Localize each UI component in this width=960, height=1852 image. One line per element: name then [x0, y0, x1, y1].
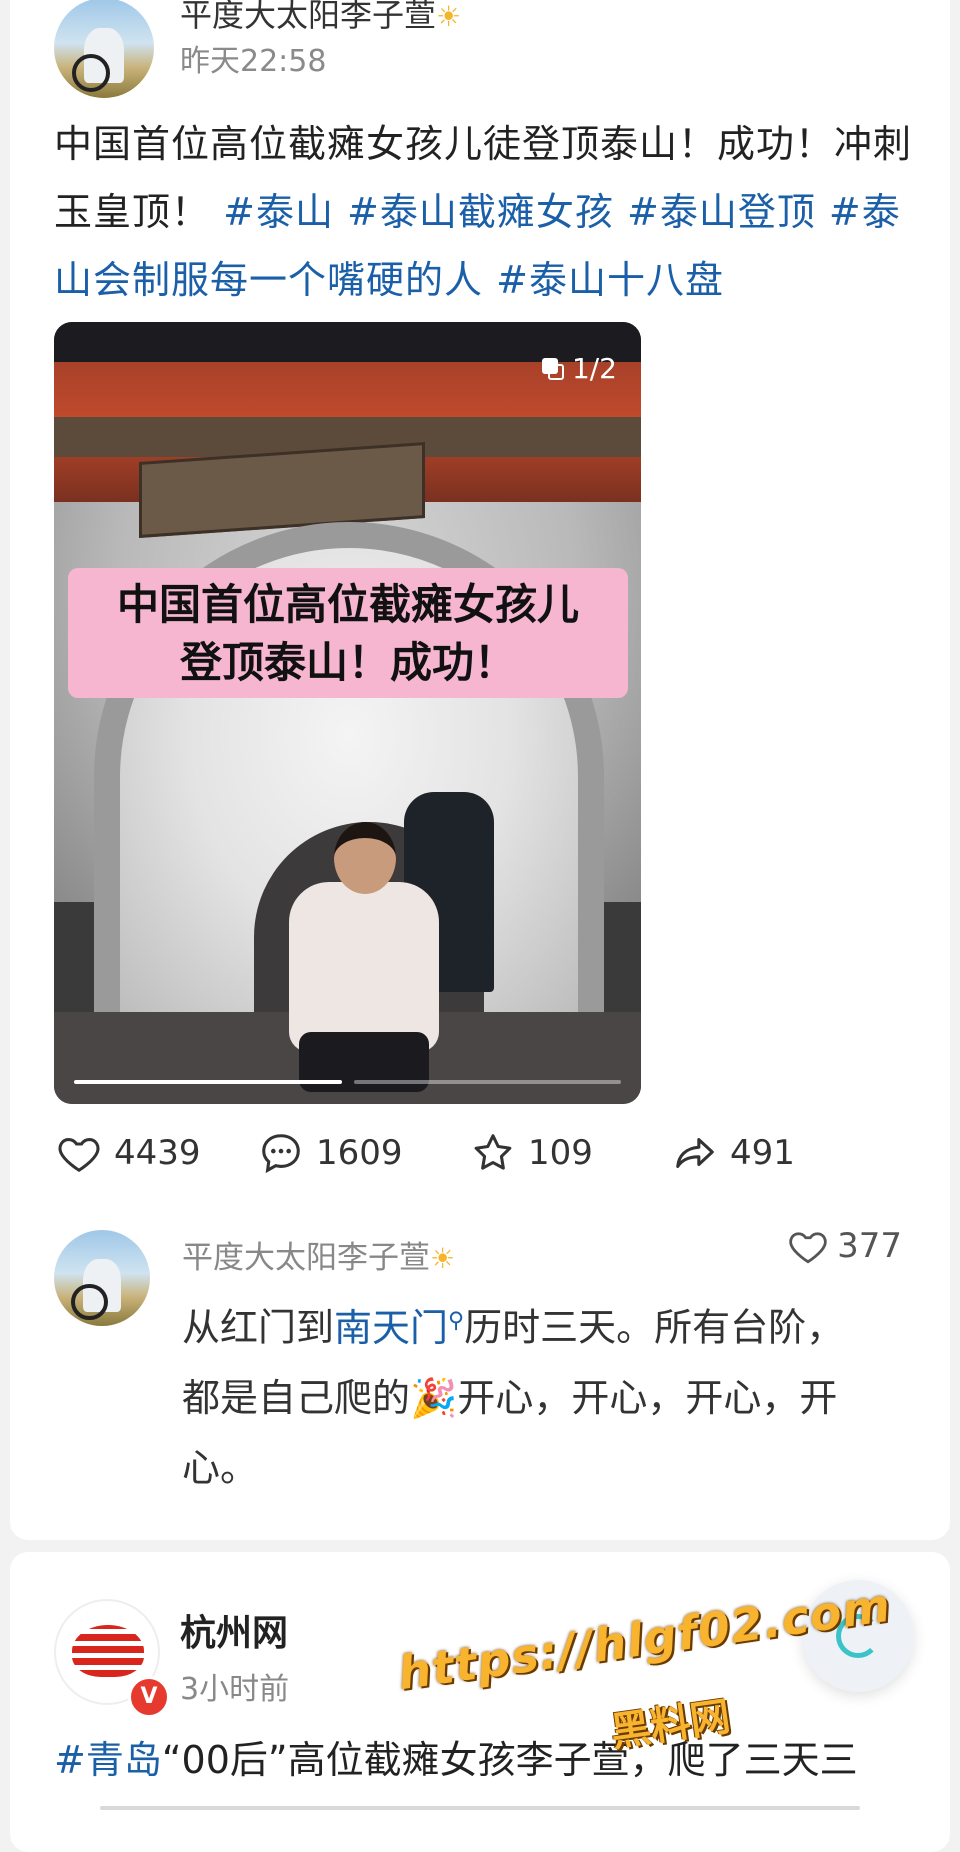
hashtag-link[interactable]: #泰山	[223, 190, 334, 234]
hashtag-link[interactable]: #泰山截瘫女孩	[347, 190, 614, 234]
sun-badge-icon: ☀	[430, 1242, 456, 1275]
heart-icon	[58, 1138, 100, 1173]
party-popper-emoji-icon: 🎉	[410, 1375, 458, 1420]
star-icon	[474, 1134, 512, 1170]
post-time: 昨天22:58	[180, 44, 327, 79]
hashtag-link[interactable]: #泰山十八盘	[496, 258, 724, 302]
hashtag-link[interactable]: #泰山登顶	[627, 190, 816, 234]
favorite-button[interactable]: 109	[470, 1130, 593, 1176]
share-button[interactable]: 491	[672, 1130, 795, 1176]
commenter-name[interactable]: 平度大太阳李子萱☀	[182, 1232, 455, 1277]
like-button[interactable]: 4439	[56, 1130, 201, 1176]
verified-badge-icon: V	[128, 1676, 170, 1718]
comment-like-count: 377	[837, 1226, 902, 1266]
comment-button[interactable]: 1609	[258, 1130, 403, 1176]
author-name-text: 平度大太阳李子萱	[180, 0, 437, 34]
girl-figure	[289, 822, 439, 1092]
multi-image-icon	[541, 357, 564, 380]
image-caption-overlay: 中国首位高位截瘫女孩儿 登顶泰山！成功！	[68, 568, 628, 698]
post-text: #青岛“00后”高位截瘫女孩李子萱，爬了三天三	[54, 1730, 934, 1790]
author-avatar[interactable]	[54, 0, 154, 98]
commenter-name-text: 平度大太阳李子萱	[182, 1240, 430, 1276]
comment-text: 从红门到南天门⚲历时三天。所有台阶，都是自己爬的🎉开心，开心，开心，开心。	[182, 1286, 882, 1503]
commenter-avatar[interactable]	[54, 1230, 150, 1326]
comment-like-button[interactable]: 377	[787, 1225, 902, 1267]
comment-icon	[262, 1134, 300, 1174]
location-link-text: 南天门	[334, 1305, 449, 1350]
author-name[interactable]: 杭州网	[180, 1604, 288, 1656]
hashtag-link[interactable]: #青岛	[54, 1738, 162, 1782]
location-link[interactable]: 南天门⚲	[334, 1306, 464, 1350]
carousel-dot	[353, 1080, 621, 1084]
caption-line-1: 中国首位高位截瘫女孩儿	[116, 580, 579, 629]
favorite-count: 109	[528, 1133, 593, 1173]
home-indicator	[100, 1806, 860, 1810]
share-arrow-icon	[676, 1138, 714, 1168]
sun-badge-icon: ☀	[436, 0, 462, 33]
comment-count: 1609	[316, 1133, 403, 1173]
post-body-text: “00后”高位截瘫女孩李子萱，爬了三天三	[161, 1738, 858, 1782]
post-image[interactable]: 1/2 中国首位高位截瘫女孩儿 登顶泰山！成功！	[54, 322, 641, 1104]
share-count: 491	[730, 1133, 795, 1173]
search-icon: ⚲	[448, 1308, 465, 1333]
post-time: 3小时前	[180, 1672, 290, 1707]
comment-text-part: 从红门到	[182, 1305, 335, 1350]
post-card: 平度大太阳李子萱☀ 昨天22:58 中国首位高位截瘫女孩儿徒登顶泰山！成功！冲刺…	[10, 0, 950, 1540]
caption-line-2: 登顶泰山！成功！	[179, 638, 516, 687]
author-name[interactable]: 平度大太阳李子萱☀	[180, 0, 461, 36]
heart-icon	[789, 1232, 827, 1264]
carousel-dot-active	[74, 1080, 342, 1084]
image-counter: 1/2	[541, 352, 617, 385]
like-count: 4439	[114, 1133, 201, 1173]
carousel-indicator	[74, 1080, 621, 1084]
image-counter-text: 1/2	[571, 352, 617, 385]
post-text: 中国首位高位截瘫女孩儿徒登顶泰山！成功！冲刺玉皇顶！ #泰山 #泰山截瘫女孩 #…	[54, 110, 934, 314]
hangzhou-logo-icon	[72, 1625, 144, 1677]
